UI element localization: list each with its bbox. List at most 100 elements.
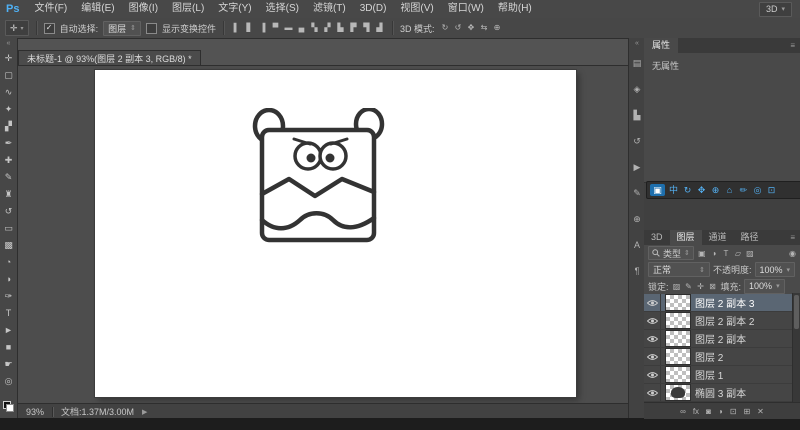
auto-select-target-dropdown[interactable]: 图层 ⇕ — [103, 21, 141, 36]
align-icon[interactable]: ▛ — [348, 22, 359, 34]
3d-pen-icon[interactable]: ✏ — [738, 184, 749, 196]
menu-item[interactable]: 编辑(E) — [74, 0, 121, 18]
brush-tool[interactable]: ✎ — [0, 169, 17, 186]
align-icon[interactable]: ▞ — [322, 22, 333, 34]
3d-zoom-icon[interactable]: ⊕ — [710, 184, 721, 196]
align-icon[interactable]: ▟ — [374, 22, 385, 34]
hand-tool[interactable]: ☛ — [0, 356, 17, 373]
3d-rotate-icon[interactable]: ↻ — [682, 184, 693, 196]
3d-mode-icon[interactable]: ⊕ — [492, 22, 503, 34]
3d-home-icon[interactable]: ⌂ — [724, 184, 735, 196]
crop-tool[interactable]: ▞ — [0, 118, 17, 135]
filter-shape-icon[interactable]: ▱ — [733, 249, 743, 258]
eyedropper-tool[interactable]: ✒ — [0, 135, 17, 152]
layer-thumbnail[interactable] — [665, 348, 691, 365]
panel-tab[interactable]: 路径 — [734, 230, 766, 245]
workspace-switcher[interactable]: 3D ▾ — [759, 2, 792, 17]
background-color-swatch[interactable] — [6, 404, 14, 412]
filter-toggle-icon[interactable]: ◉ — [789, 249, 796, 258]
menu-item[interactable]: 文件(F) — [27, 0, 74, 18]
menu-item[interactable]: 滤镜(T) — [306, 0, 353, 18]
move-tool[interactable]: ✛ — [0, 50, 17, 67]
blur-tool[interactable]: ◔ — [0, 254, 17, 271]
filter-pixel-icon[interactable]: ▣ — [697, 249, 707, 258]
3d-mode-icon[interactable]: ✥ — [466, 22, 477, 34]
layer-row[interactable]: 图层 2 副本 2 — [644, 312, 800, 330]
layer-thumbnail[interactable] — [665, 312, 691, 329]
menu-item[interactable]: 文字(Y) — [211, 0, 258, 18]
clone-source-panel-icon[interactable]: ⊕ — [629, 206, 645, 232]
lock-position-icon[interactable]: ✛ — [696, 282, 706, 291]
layer-row[interactable]: 图层 2 副本 — [644, 330, 800, 348]
3d-target-icon[interactable]: ◎ — [752, 184, 763, 196]
fill-dropdown[interactable]: 100% ▾ — [744, 279, 785, 294]
align-icon[interactable]: ▋ — [244, 22, 255, 34]
visibility-toggle[interactable] — [644, 330, 661, 347]
history-brush-tool[interactable]: ↺ — [0, 203, 17, 220]
rect-marquee-tool[interactable]: ▢ — [0, 67, 17, 84]
panel-menu-icon[interactable]: ≡ — [785, 38, 800, 53]
align-icon[interactable]: ▚ — [309, 22, 320, 34]
shape-tool[interactable]: ■ — [0, 339, 17, 356]
3d-widget-active-icon[interactable]: ▣ — [650, 184, 665, 196]
status-options-arrow-icon[interactable]: ▶ — [142, 408, 147, 416]
tab-properties[interactable]: 属性 — [644, 38, 678, 53]
adjustment-layer-icon[interactable]: ◑ — [718, 407, 723, 416]
layer-group-icon[interactable]: ⊡ — [730, 407, 737, 416]
visibility-toggle[interactable] — [644, 366, 661, 383]
align-icon[interactable]: ▄ — [296, 22, 307, 34]
gradient-tool[interactable]: ▩ — [0, 237, 17, 254]
new-layer-icon[interactable]: ⊞ — [743, 407, 750, 416]
collapse-dock-icon[interactable]: « — [0, 38, 17, 50]
path-select-tool[interactable]: ► — [0, 322, 17, 339]
menu-item[interactable]: 图层(L) — [165, 0, 211, 18]
layer-row[interactable]: 图层 2 副本 3 — [644, 294, 800, 312]
collapse-dock-icon[interactable]: « — [629, 38, 645, 50]
visibility-toggle[interactable] — [644, 294, 661, 311]
pen-tool[interactable]: ✑ — [0, 288, 17, 305]
3d-mode-icon[interactable]: ↺ — [453, 22, 464, 34]
layer-thumbnail[interactable] — [665, 384, 691, 401]
panel-menu-icon[interactable]: ≡ — [785, 230, 800, 245]
histogram-panel-icon[interactable]: ▙ — [629, 102, 645, 128]
scrollbar-thumb[interactable] — [794, 295, 799, 329]
blend-mode-dropdown[interactable]: 正常 ⇕ — [648, 262, 710, 277]
clone-stamp-tool[interactable]: ♜ — [0, 186, 17, 203]
lock-pixels-icon[interactable]: ✎ — [684, 282, 694, 291]
layer-mask-icon[interactable]: ◙ — [706, 407, 711, 416]
filter-type-dropdown[interactable]: 类型 ⇕ — [648, 246, 694, 260]
3d-frame-icon[interactable]: ⊡ — [766, 184, 777, 196]
lock-all-icon[interactable]: ⊠ — [708, 282, 718, 291]
actions-panel-icon[interactable]: ▶ — [629, 154, 645, 180]
mini-bridge-panel-icon[interactable]: ▤ — [629, 50, 645, 76]
zoom-level[interactable]: 93% — [26, 407, 44, 417]
auto-select-checkbox[interactable]: ✓ — [44, 23, 55, 34]
history-panel-icon[interactable]: ↺ — [629, 128, 645, 154]
3d-mode-icon[interactable]: ⇆ — [479, 22, 490, 34]
info-panel-icon[interactable]: ◈ — [629, 76, 645, 102]
menu-item[interactable]: 选择(S) — [259, 0, 306, 18]
visibility-toggle[interactable] — [644, 312, 661, 329]
heal-brush-tool[interactable]: ✚ — [0, 152, 17, 169]
eraser-tool[interactable]: ▭ — [0, 220, 17, 237]
align-icon[interactable]: ▬ — [283, 22, 294, 34]
menu-item[interactable]: 帮助(H) — [491, 0, 539, 18]
lasso-tool[interactable]: ∿ — [0, 84, 17, 101]
show-transform-checkbox[interactable] — [146, 23, 157, 34]
visibility-toggle[interactable] — [644, 348, 661, 365]
brush-panel-icon[interactable]: ✎ — [629, 180, 645, 206]
opacity-dropdown[interactable]: 100% ▾ — [755, 262, 796, 277]
document-tab[interactable]: 未标题-1 @ 93%(图层 2 副本 3, RGB/8) * — [18, 50, 201, 66]
panel-tab[interactable]: 通道 — [702, 230, 734, 245]
layer-thumbnail[interactable] — [665, 366, 691, 383]
layer-thumbnail[interactable] — [665, 330, 691, 347]
type-tool[interactable]: T — [0, 305, 17, 322]
filter-smart-icon[interactable]: ▨ — [745, 249, 755, 258]
menu-item[interactable]: 视图(V) — [393, 0, 440, 18]
panel-tab[interactable]: 3D — [644, 230, 670, 245]
delete-layer-icon[interactable]: ✕ — [757, 407, 764, 416]
align-icon[interactable]: ▀ — [270, 22, 281, 34]
lock-transparent-icon[interactable]: ▨ — [672, 282, 682, 291]
align-icon[interactable]: ▜ — [361, 22, 372, 34]
menu-item[interactable]: 3D(D) — [353, 0, 394, 18]
